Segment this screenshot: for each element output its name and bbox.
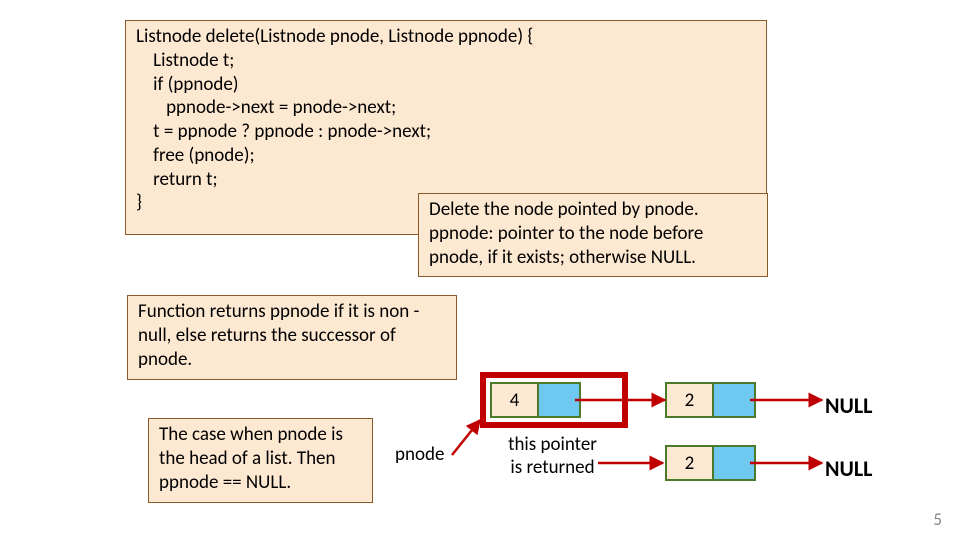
node-next-ptr xyxy=(714,447,754,479)
node-value: 2 xyxy=(667,384,714,416)
node-next-ptr xyxy=(714,384,754,416)
node-value: 2 xyxy=(667,447,714,479)
list-node-bot-2: 2 xyxy=(665,445,756,481)
list-node-top-2: 2 xyxy=(665,382,756,418)
arrow-pnode-to-node xyxy=(452,420,480,455)
deleted-node-highlight xyxy=(480,372,628,428)
pnode-label: pnode xyxy=(395,443,444,466)
null-label-2: NULL xyxy=(825,455,872,482)
return-note-box: Function returns ppnode if it is non -nu… xyxy=(127,295,457,380)
returned-pointer-label: this pointer is returned xyxy=(505,433,600,479)
description-box: Delete the node pointed by pnode. ppnode… xyxy=(418,193,768,277)
null-label-1: NULL xyxy=(825,392,872,419)
case-note-box: The case when pnode is the head of a lis… xyxy=(148,418,373,503)
page-number: 5 xyxy=(933,509,942,530)
